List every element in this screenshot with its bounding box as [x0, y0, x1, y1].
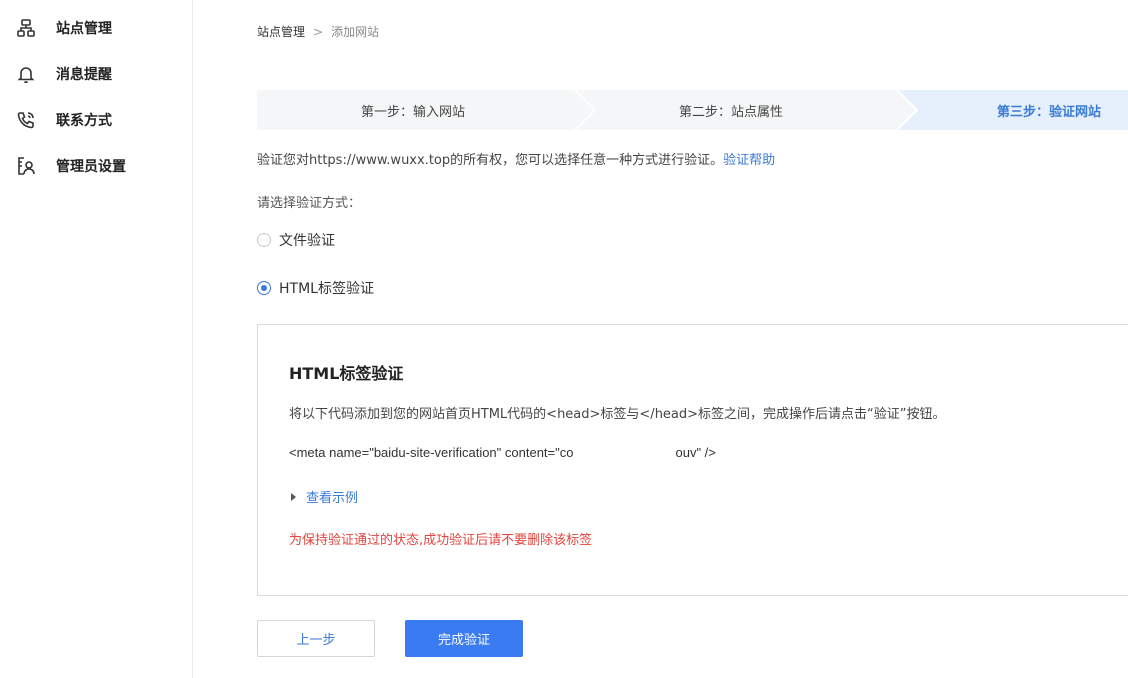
radio-button-checked[interactable]: [257, 281, 271, 295]
step-1-label: 第一步：输入网站: [361, 105, 466, 120]
sidebar-item-label: 站点管理: [56, 21, 112, 37]
sitemap-icon: [16, 18, 36, 38]
radio-label: HTML标签验证: [279, 281, 374, 297]
meta-tag-end: ouv" />: [675, 445, 716, 460]
breadcrumb: 站点管理 > 添加网站: [257, 23, 379, 40]
sidebar: 站点管理 消息提醒 联系方式 管理员设置: [0, 0, 193, 678]
verify-help-link[interactable]: 验证帮助: [723, 153, 775, 168]
panel-instruction: 将以下代码添加到您的网站首页HTML代码的<head>标签与</head>标签之…: [289, 407, 946, 422]
main-content: 站点管理 > 添加网站 第一步：输入网站 第二步：站点属性 第三步：验证网站 验…: [193, 0, 1128, 678]
radio-html-tag-verification[interactable]: HTML标签验证: [257, 278, 374, 298]
warning-text: 为保持验证通过的状态,成功验证后请不要删除该标签: [289, 533, 593, 548]
meta-tag-start: <meta name="baidu-site-verification" con…: [289, 445, 574, 460]
sidebar-item-label: 联系方式: [56, 113, 112, 129]
breadcrumb-separator: >: [313, 24, 324, 39]
sidebar-item-label: 管理员设置: [56, 159, 126, 175]
verify-method-label: 请选择验证方式：: [257, 196, 362, 211]
radio-label: 文件验证: [279, 233, 335, 249]
breadcrumb-root-link[interactable]: 站点管理: [257, 23, 305, 40]
sidebar-item-site-management[interactable]: 站点管理: [16, 16, 112, 40]
sidebar-item-admin-settings[interactable]: 管理员设置: [16, 154, 126, 178]
view-example-link[interactable]: 查看示例: [306, 487, 358, 506]
finish-verification-button[interactable]: 完成验证: [405, 620, 523, 657]
breadcrumb-current: 添加网站: [331, 25, 380, 39]
caret-right-icon: [291, 492, 296, 501]
step-3-label: 第三步：验证网站: [997, 105, 1102, 120]
phone-icon: [16, 110, 36, 130]
view-example-toggle[interactable]: 查看示例: [291, 487, 358, 506]
sidebar-item-label: 消息提醒: [56, 67, 112, 83]
sidebar-item-contact[interactable]: 联系方式: [16, 108, 112, 132]
verification-meta-tag: <meta name="baidu-site-verification" con…: [289, 445, 716, 460]
admin-user-icon: [16, 156, 36, 176]
previous-step-button[interactable]: 上一步: [257, 620, 375, 657]
html-tag-verification-panel: HTML标签验证 将以下代码添加到您的网站首页HTML代码的<head>标签与<…: [257, 324, 1128, 596]
step-2-label: 第二步：站点属性: [679, 105, 784, 120]
panel-title: HTML标签验证: [289, 364, 404, 383]
verify-description: 验证您对https://www.wuxx.top的所有权，您可以选择任意一种方式…: [257, 149, 775, 168]
radio-button[interactable]: [257, 233, 271, 247]
radio-file-verification[interactable]: 文件验证: [257, 230, 335, 250]
bell-icon: [16, 64, 36, 84]
verify-description-text: 验证您对https://www.wuxx.top的所有权，您可以选择任意一种方式…: [257, 153, 724, 168]
step-progress: 第一步：输入网站 第二步：站点属性 第三步：验证网站: [257, 90, 1128, 130]
sidebar-item-notifications[interactable]: 消息提醒: [16, 62, 112, 86]
